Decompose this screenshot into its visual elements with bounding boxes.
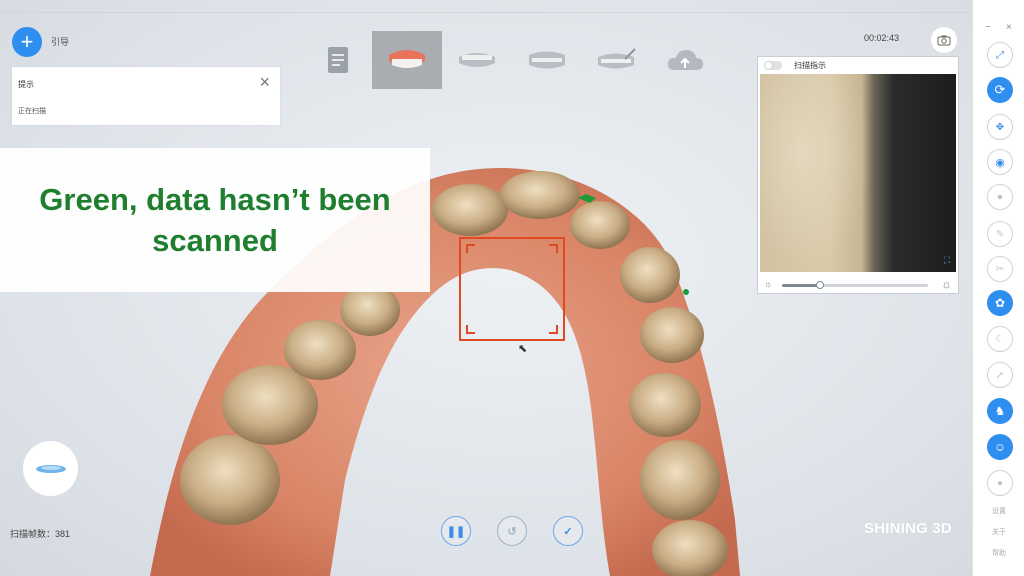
fit-view-button[interactable]: ⤢ — [987, 42, 1013, 68]
tooth — [284, 320, 356, 380]
mouse-cursor-icon: ⬉ — [518, 343, 528, 355]
expand-icon[interactable]: ⛶ — [944, 255, 950, 266]
frame-corner — [549, 325, 558, 334]
frame-count: 扫描帧数：381 — [10, 527, 70, 540]
minimize-icon[interactable]: − — [985, 22, 991, 33]
trim-button[interactable]: ✂ — [987, 256, 1013, 282]
tooth-icon: ♞ — [994, 404, 1006, 418]
palette-icon: ✿ — [994, 296, 1006, 310]
preview-header: 扫描指示 — [758, 57, 958, 73]
pause-button[interactable]: ❚❚ — [441, 516, 471, 546]
tooth — [180, 435, 280, 525]
scan-timer: 00:02:43 — [864, 33, 900, 43]
jaw-icon: ☾ — [995, 333, 1005, 345]
right-toolbar: − × ⤢ ⟳ ✥ ◉ ● ✎ ✂ ✿ ☾ ➚ ♞ ☺ ● 设置 关于 帮助 — [972, 0, 1024, 576]
about-link[interactable]: 关于 — [973, 527, 1024, 537]
brightness-low-icon: ☼ — [764, 279, 773, 289]
plus-icon: + — [20, 29, 34, 54]
cloud-upload-icon — [667, 50, 703, 70]
select-button[interactable]: ➚ — [987, 362, 1013, 388]
jaw-view-button[interactable]: ☾ — [987, 326, 1013, 352]
screenshot-button[interactable] — [931, 27, 957, 53]
scan-indicator-toggle[interactable] — [764, 60, 782, 70]
scan-preview-panel: 扫描指示 ⛶ ☼ ☼ — [757, 56, 959, 294]
brightness-knob[interactable] — [815, 281, 824, 289]
frame-corner — [549, 244, 558, 253]
lock-icon: ● — [996, 477, 1004, 489]
step-upper-jaw[interactable] — [372, 31, 442, 89]
tooth — [640, 307, 704, 363]
expand-arrows-icon: ⤢ — [996, 49, 1004, 61]
frame-count-value: 381 — [55, 529, 71, 539]
document-icon — [328, 47, 348, 73]
unscanned-patch — [683, 289, 689, 295]
help-link[interactable]: 帮助 — [973, 548, 1024, 558]
rotate-button[interactable]: ⟳ — [987, 77, 1013, 103]
eye-icon: ◉ — [995, 156, 1005, 169]
hint-body: 正在扫描 — [18, 108, 46, 115]
bite-icon — [529, 51, 565, 69]
sphere-icon: ● — [996, 191, 1004, 203]
hint-title: 提示 — [18, 80, 34, 89]
lock-button[interactable]: ● — [987, 470, 1013, 496]
close-icon[interactable]: × — [259, 73, 270, 91]
step-bite[interactable] — [522, 31, 572, 89]
note-button[interactable]: ✎ — [987, 221, 1013, 247]
guide-button[interactable]: + — [12, 27, 42, 57]
brightness-slider-row: ☼ ☼ — [758, 277, 958, 293]
pointer-icon: ➚ — [995, 369, 1005, 381]
scanner-app: + 引导 提示 × 正在扫描 00:02:43 扫描指示 ⛶ ☼ ☼ Green… — [0, 0, 1024, 576]
step-edit[interactable] — [592, 31, 642, 89]
rotate-icon: ⟳ — [994, 82, 1006, 97]
upper-jaw-icon — [389, 50, 425, 68]
preview-label: 扫描指示 — [794, 60, 826, 70]
confirm-button[interactable]: ✓ — [553, 516, 583, 546]
step-upload[interactable] — [662, 31, 708, 89]
brightness-fill — [782, 284, 820, 287]
camera-icon — [937, 35, 951, 45]
brightness-high-icon: ☼ — [941, 277, 952, 291]
caption-text: Green, data hasn’t been scanned — [39, 182, 391, 258]
view-button[interactable]: ◉ — [987, 149, 1013, 175]
hint-panel: 提示 × 正在扫描 — [12, 67, 280, 125]
undo-button[interactable]: ↺ — [497, 516, 527, 546]
tooth-button[interactable]: ♞ — [987, 398, 1013, 424]
pause-icon: ❚❚ — [446, 525, 466, 538]
view-orientation-button[interactable] — [23, 441, 78, 496]
edit-box-icon: ✎ — [995, 228, 1005, 240]
guide-label[interactable]: 引导 — [51, 35, 69, 48]
frame-count-label: 扫描帧数： — [10, 529, 56, 539]
tooth — [500, 171, 580, 219]
step-order-info[interactable] — [318, 31, 358, 89]
camera-live-image: ⛶ — [760, 74, 956, 272]
color-button[interactable]: ✿ — [987, 290, 1013, 316]
tooth — [222, 365, 318, 445]
close-window-icon[interactable]: × — [1006, 22, 1012, 33]
jaw-orientation-icon — [35, 464, 66, 473]
brand-logo: SHINING 3D — [864, 520, 952, 537]
pan-button[interactable]: ✥ — [987, 114, 1013, 140]
tooth — [620, 247, 680, 303]
brightness-slider[interactable] — [782, 281, 928, 289]
undo-icon: ↺ — [507, 525, 517, 538]
check-icon: ✓ — [563, 525, 573, 538]
trim-jaw-icon: ✂ — [995, 263, 1005, 275]
robot-button[interactable]: ☺ — [987, 434, 1013, 460]
frame-corner — [466, 325, 475, 334]
texture-button[interactable]: ● — [987, 184, 1013, 210]
frame-corner — [466, 244, 475, 253]
scan-frame — [459, 237, 565, 341]
settings-link[interactable]: 设置 — [973, 506, 1024, 516]
tooth — [432, 184, 508, 236]
caption-overlay: Green, data hasn’t been scanned — [0, 148, 430, 292]
move-icon: ✥ — [995, 121, 1005, 133]
tooth — [629, 373, 701, 437]
edit-jaw-icon — [598, 48, 636, 69]
robot-icon: ☺ — [993, 440, 1007, 454]
tooth — [640, 440, 720, 520]
lower-jaw-icon — [459, 53, 495, 67]
step-lower-jaw[interactable] — [452, 31, 502, 89]
tooth — [570, 201, 630, 249]
